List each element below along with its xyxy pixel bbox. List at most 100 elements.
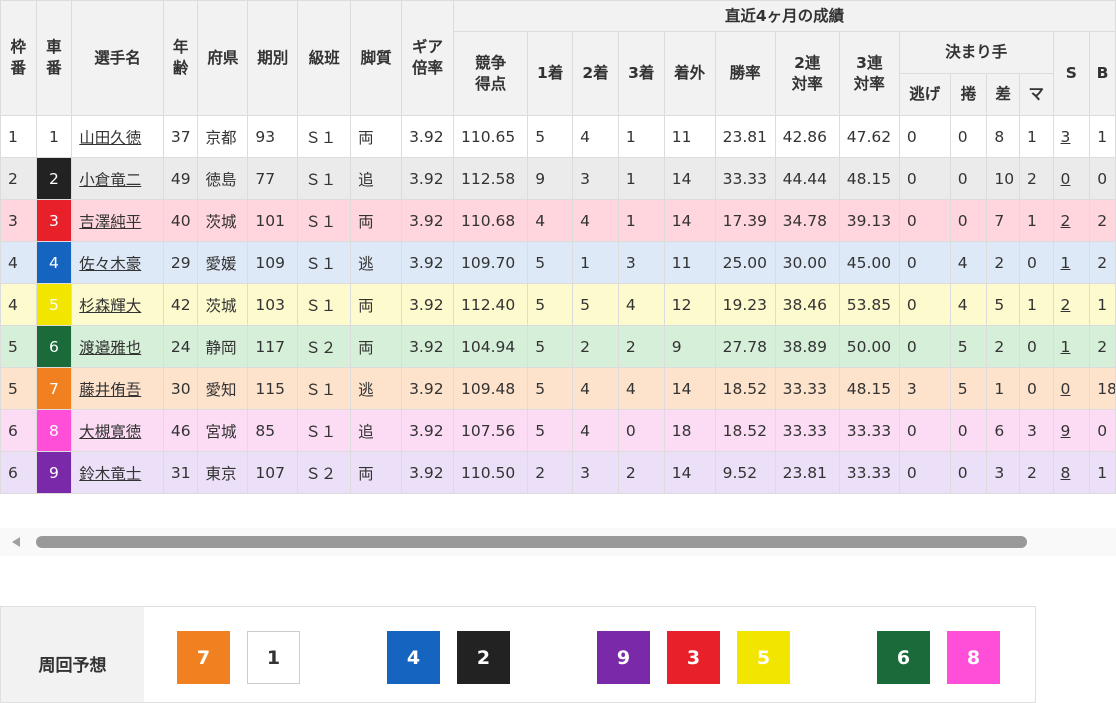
cell-p3: 1 <box>617 115 665 158</box>
cell-gear: 3.92 <box>401 157 454 200</box>
cell-score: 109.70 <box>452 241 529 284</box>
rider-name-link[interactable]: 大槻寛徳 <box>79 423 141 441</box>
s-count-link[interactable]: 1 <box>1061 338 1071 356</box>
s-count-link[interactable]: 0 <box>1061 170 1071 188</box>
cell-nige: 3 <box>898 367 951 410</box>
cell-r3: 48.15 <box>838 157 900 200</box>
s-count-link[interactable]: 3 <box>1061 128 1071 146</box>
cell-r3: 48.15 <box>838 367 900 410</box>
cell-makuri: 4 <box>949 241 988 284</box>
rider-name-link[interactable]: 杉森輝大 <box>79 297 141 315</box>
forecast-car-chip: 4 <box>387 631 440 684</box>
rider-name-link[interactable]: 小倉竜二 <box>79 171 141 189</box>
cell-win: 18.52 <box>714 409 776 452</box>
triangle-left-icon[interactable] <box>12 537 20 547</box>
cell-p2: 4 <box>572 115 619 158</box>
cell-r2: 33.33 <box>774 367 840 410</box>
cell-term: 85 <box>247 409 299 452</box>
cell-nige: 0 <box>898 325 951 368</box>
cell-term: 109 <box>247 241 299 284</box>
rider-name-link[interactable]: 吉澤純平 <box>79 213 141 231</box>
cell-sashi: 5 <box>986 283 1020 326</box>
cell-p1: 5 <box>527 367 574 410</box>
cell-p1: 9 <box>527 157 574 200</box>
s-count-link[interactable]: 9 <box>1061 422 1071 440</box>
header-name: 選手名 <box>71 0 164 116</box>
cell-win: 27.78 <box>714 325 776 368</box>
cell-p3: 2 <box>617 451 665 494</box>
s-count-link[interactable]: 2 <box>1061 296 1071 314</box>
header-nige: 逃げ <box>898 73 951 116</box>
cell-cls: Ｓ１ <box>297 115 352 158</box>
cell-cls: Ｓ１ <box>297 241 352 284</box>
cell-mark: 2 <box>1018 157 1054 200</box>
cell-s: 2 <box>1052 199 1091 242</box>
cell-score: 107.56 <box>452 409 529 452</box>
header-sashi: 差 <box>986 73 1020 116</box>
cell-p2: 4 <box>572 199 619 242</box>
cell-out: 14 <box>663 451 716 494</box>
cell-s: 9 <box>1052 409 1091 452</box>
cell-s: 2 <box>1052 283 1091 326</box>
header-age: 年齢 <box>162 0 199 116</box>
lap-forecast-panel: 周回予想 71 42 935 68 <box>0 606 1036 703</box>
car-number-badge: 1 <box>35 115 73 158</box>
cell-leg: 両 <box>350 199 403 242</box>
car-number-badge: 5 <box>35 283 73 326</box>
cell-sashi: 3 <box>986 451 1020 494</box>
cell-term: 117 <box>247 325 299 368</box>
cell-nige: 0 <box>898 115 951 158</box>
cell-r2: 38.46 <box>774 283 840 326</box>
rider-name-link[interactable]: 渡邉雅也 <box>79 339 141 357</box>
rider-name-link[interactable]: 山田久徳 <box>79 129 141 147</box>
cell-age: 29 <box>162 241 199 284</box>
table-row: 2 2 小倉竜二 49 徳島 77 Ｓ１ 追 3.92 112.58 9 3 1 14 33.33 44.44… <box>0 157 1116 200</box>
header-term: 期別 <box>247 0 299 116</box>
s-count-link[interactable]: 0 <box>1061 380 1071 398</box>
rider-name-link[interactable]: 藤井侑吾 <box>79 381 141 399</box>
cell-leg: 逃 <box>350 367 403 410</box>
cell-gear: 3.92 <box>401 115 454 158</box>
header-leg: 脚質 <box>350 0 403 116</box>
rider-name-link[interactable]: 佐々木豪 <box>79 255 141 273</box>
cell-mark: 0 <box>1018 325 1054 368</box>
cell-out: 14 <box>663 157 716 200</box>
table-row: 4 5 杉森輝大 42 茨城 103 Ｓ１ 両 3.92 112.40 5 5 4 12 19.23 38.4… <box>0 283 1116 326</box>
cell-term: 93 <box>247 115 299 158</box>
s-count-link[interactable]: 8 <box>1061 464 1071 482</box>
cell-b: 18 <box>1089 367 1116 410</box>
rider-name-cell: 藤井侑吾 <box>71 367 164 410</box>
s-count-link[interactable]: 2 <box>1061 212 1071 230</box>
cell-leg: 両 <box>350 283 403 326</box>
cell-makuri: 0 <box>949 451 988 494</box>
cell-gear: 3.92 <box>401 325 454 368</box>
cell-out: 9 <box>663 325 716 368</box>
cell-b: 0 <box>1089 409 1116 452</box>
cell-sashi: 6 <box>986 409 1020 452</box>
header-score: 競争 得点 <box>452 31 529 116</box>
header-p1: 1着 <box>527 31 574 116</box>
forecast-car-chip: 1 <box>247 631 300 684</box>
cell-cls: Ｓ１ <box>297 199 352 242</box>
rider-name-link[interactable]: 鈴木竜士 <box>79 465 141 483</box>
cell-p1: 5 <box>527 115 574 158</box>
scrollbar-thumb[interactable] <box>36 536 1027 548</box>
race-entry-table: 枠番 車番 選手名 年齢 府県 期別 級班 脚質 ギア 倍率 直近4ヶ月の成績 競… <box>0 0 1116 494</box>
cell-win: 17.39 <box>714 199 776 242</box>
horizontal-scrollbar[interactable] <box>0 528 1116 556</box>
cell-b: 2 <box>1089 199 1116 242</box>
cell-term: 77 <box>247 157 299 200</box>
cell-p1: 5 <box>527 283 574 326</box>
cell-makuri: 0 <box>949 409 988 452</box>
header-mark: マ <box>1018 73 1054 116</box>
cell-r2: 42.86 <box>774 115 840 158</box>
cell-waku: 4 <box>0 241 37 284</box>
cell-p2: 4 <box>572 367 619 410</box>
cell-b: 2 <box>1089 241 1116 284</box>
cell-r2: 44.44 <box>774 157 840 200</box>
cell-leg: 両 <box>350 115 403 158</box>
cell-nige: 0 <box>898 241 951 284</box>
cell-out: 11 <box>663 115 716 158</box>
cell-s: 1 <box>1052 241 1091 284</box>
s-count-link[interactable]: 1 <box>1061 254 1071 272</box>
